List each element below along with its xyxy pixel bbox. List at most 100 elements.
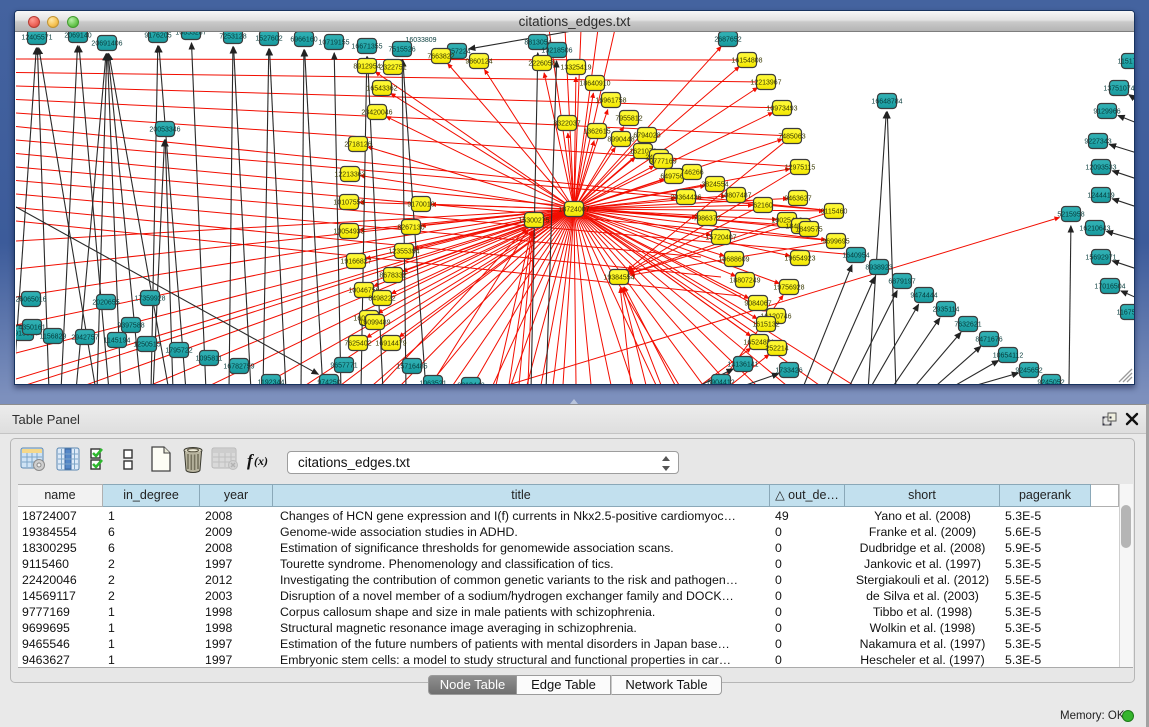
svg-text:1250515: 1250515	[133, 342, 160, 349]
svg-text:1527602: 1527602	[255, 36, 282, 43]
svg-text:15692971: 15692971	[1085, 255, 1116, 262]
svg-text:16210643: 16210643	[1079, 226, 1110, 233]
svg-text:16099489: 16099489	[359, 320, 390, 327]
svg-text:1849575: 1849575	[795, 227, 822, 234]
svg-text:974250: 974250	[317, 380, 340, 385]
svg-text:13325419: 13325419	[560, 65, 591, 72]
svg-text:9227343: 9227343	[1084, 139, 1111, 146]
svg-text:2687652: 2687652	[714, 37, 741, 44]
svg-text:252214: 252214	[765, 346, 788, 353]
svg-text:12093533: 12093533	[1085, 165, 1116, 172]
svg-text:16782759: 16782759	[223, 364, 254, 371]
svg-text:16961758: 16961758	[595, 98, 626, 105]
svg-text:12213363: 12213363	[334, 172, 365, 179]
svg-text:9129966: 9129966	[1093, 109, 1120, 116]
svg-text:1151752: 1151752	[1118, 59, 1134, 66]
svg-text:20364436: 20364436	[670, 195, 701, 202]
svg-text:8471676: 8471676	[975, 337, 1002, 344]
svg-text:10719155: 10719155	[318, 40, 349, 47]
svg-text:9777169: 9777169	[649, 159, 676, 166]
svg-text:9463627: 9463627	[784, 196, 811, 203]
svg-text:9084067: 9084067	[744, 301, 771, 308]
svg-text:2069140: 2069140	[64, 33, 91, 40]
svg-text:9245052: 9245052	[1037, 380, 1064, 385]
svg-text:16914479: 16914479	[375, 341, 406, 348]
svg-text:746266: 746266	[680, 170, 703, 177]
svg-text:16543362: 16543362	[366, 86, 397, 93]
svg-text:8938923: 8938923	[865, 265, 892, 272]
svg-text:5215958: 5215958	[1057, 212, 1084, 219]
svg-text:2226058: 2226058	[528, 61, 555, 68]
svg-text:9313442: 9313442	[457, 383, 484, 385]
svg-text:7253128: 7253128	[219, 34, 246, 41]
svg-text:17016504: 17016504	[1094, 284, 1125, 291]
svg-text:1167533: 1167533	[1117, 310, 1134, 317]
svg-text:15716485: 15716485	[396, 364, 427, 371]
svg-text:6966160: 6966160	[290, 37, 317, 44]
svg-text:12355394: 12355394	[388, 249, 419, 256]
svg-text:1615132: 1615132	[752, 322, 779, 329]
svg-text:2020655: 2020655	[92, 300, 119, 307]
svg-text:18640910: 18640910	[579, 81, 610, 88]
svg-text:9397588: 9397588	[117, 323, 144, 330]
svg-text:8904412: 8904412	[707, 380, 734, 385]
svg-text:20691406: 20691406	[91, 41, 122, 48]
svg-text:9170010: 9170010	[407, 202, 434, 209]
svg-text:12975115: 12975115	[785, 165, 816, 172]
svg-text:1244419: 1244419	[1087, 193, 1114, 200]
svg-text:1156829: 1156829	[40, 334, 67, 341]
svg-text:10973493: 10973493	[766, 106, 797, 113]
svg-text:1145194: 1145194	[104, 338, 131, 345]
svg-text:1640954: 1640954	[842, 253, 869, 260]
svg-text:16648784: 16648784	[871, 99, 902, 106]
svg-text:19384554: 19384554	[603, 275, 634, 282]
svg-text:1192344: 1192344	[258, 380, 285, 385]
svg-text:12213967: 12213967	[750, 80, 781, 87]
svg-text:1095811: 1095811	[196, 356, 223, 363]
svg-text:7515526: 7515526	[388, 47, 415, 54]
svg-text:1795722: 1795722	[165, 348, 192, 355]
svg-text:16671355: 16671355	[351, 44, 382, 51]
svg-text:19756928: 19756928	[773, 285, 804, 292]
svg-text:8990448: 8990448	[607, 137, 634, 144]
svg-text:1063521: 1063521	[419, 381, 446, 385]
svg-text:62160: 62160	[753, 203, 773, 210]
svg-text:(x): (x)	[254, 454, 268, 468]
svg-text:18724007: 18724007	[558, 207, 589, 214]
svg-text:18807249: 18807249	[729, 278, 760, 285]
svg-text:7485063: 7485063	[778, 134, 805, 141]
svg-text:10807487: 10807487	[720, 193, 751, 200]
svg-text:8912954: 8912954	[353, 64, 380, 71]
svg-text:10853287: 10853287	[175, 32, 206, 37]
svg-text:9699695: 9699695	[822, 239, 849, 246]
svg-text:10688609: 10688609	[718, 257, 749, 264]
svg-text:19218506: 19218506	[541, 48, 572, 55]
svg-text:1362615: 1362615	[583, 129, 610, 136]
svg-text:2322751: 2322751	[379, 65, 406, 72]
svg-text:10107553: 10107553	[333, 200, 364, 207]
svg-text:23420046: 23420046	[361, 110, 392, 117]
svg-text:3824554: 3824554	[701, 182, 728, 189]
svg-text:20053346: 20053346	[149, 127, 180, 134]
svg-text:9176205: 9176205	[144, 33, 171, 40]
svg-text:6879197: 6879197	[888, 279, 915, 286]
svg-text:4350161: 4350161	[18, 325, 45, 332]
svg-text:19166827: 19166827	[340, 259, 371, 266]
svg-text:15720407: 15720407	[705, 235, 736, 242]
svg-text:26065016: 26065016	[16, 297, 47, 304]
svg-text:9115460: 9115460	[821, 209, 848, 216]
svg-text:9245652: 9245652	[1015, 368, 1042, 375]
svg-text:1733426: 1733426	[775, 368, 802, 375]
svg-text:19654923: 19654923	[784, 256, 815, 263]
svg-text:9657771: 9657771	[330, 363, 357, 370]
svg-text:10654112: 10654112	[993, 353, 1024, 360]
svg-text:16154808: 16154808	[731, 58, 762, 65]
svg-text:2718126: 2718126	[344, 142, 371, 149]
svg-text:7625402: 7625402	[344, 341, 371, 348]
svg-text:8267130: 8267130	[397, 225, 424, 232]
svg-text:8678332: 8678332	[379, 273, 406, 280]
svg-text:8498222: 8498222	[368, 296, 395, 303]
svg-text:6794028: 6794028	[633, 133, 660, 140]
svg-text:15300275: 15300275	[518, 218, 549, 225]
svg-text:17359928: 17359928	[134, 296, 165, 303]
